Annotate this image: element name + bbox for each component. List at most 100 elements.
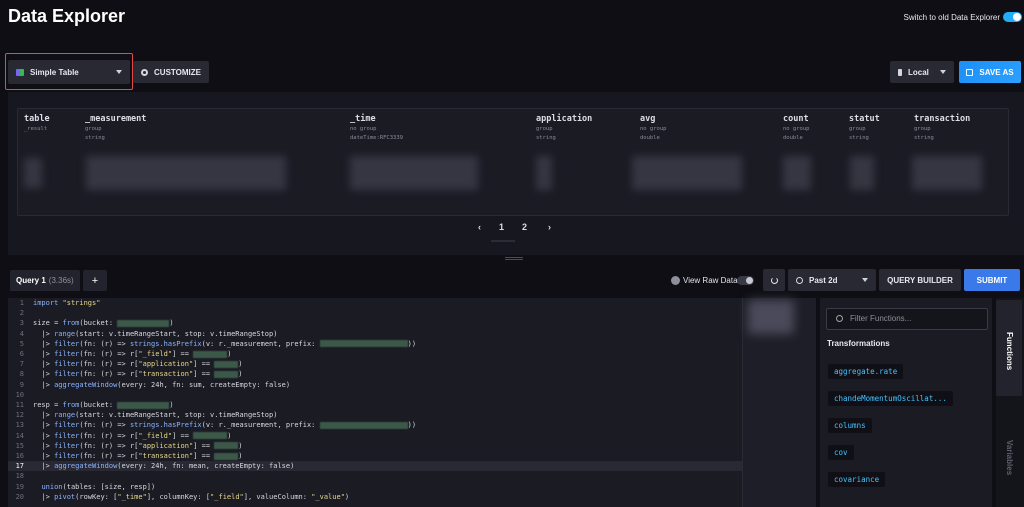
column-name: transaction [914, 114, 971, 124]
column-group: group [914, 126, 931, 132]
line-number: 6 [19, 350, 24, 358]
tab-variables[interactable]: Variables [1005, 440, 1014, 475]
redacted-value [193, 432, 228, 440]
submit-button[interactable]: SUBMIT [964, 269, 1020, 291]
chevron-down-icon [862, 278, 868, 282]
code-line[interactable]: 12 |> range(start: v.timeRangeStart, sto… [8, 410, 742, 420]
code-line[interactable]: 8 |> filter(fn: (r) => r["transaction"] … [8, 369, 742, 379]
line-number: 7 [19, 360, 24, 369]
column-group: no group [350, 126, 377, 132]
customize-button[interactable]: CUSTOMIZE [133, 61, 209, 83]
time-range-label: Past 2d [809, 275, 838, 285]
refresh-icon [770, 276, 778, 284]
column-group: no group [640, 126, 667, 132]
column-header[interactable]: _time no group dateTime:RFC3339 [350, 114, 403, 142]
code-line[interactable]: 19 union(tables: [size, resp]) [8, 482, 742, 492]
code-line[interactable]: 5 |> filter(fn: (r) => strings.hasPrefix… [8, 339, 742, 349]
redacted-cell [632, 156, 742, 190]
code-text: |> filter(fn: (r) => r["_field"] == [33, 431, 194, 440]
column-header[interactable]: count no group double [783, 114, 810, 142]
code-line[interactable]: 2 [8, 308, 742, 318]
column-type: string [85, 135, 105, 141]
code-text: union(tables: [size, resp]) [41, 482, 156, 491]
next-page-button[interactable]: › [548, 222, 551, 232]
prev-page-button[interactable]: ‹ [478, 222, 481, 232]
code-line[interactable]: 13 |> filter(fn: (r) => strings.hasPrefi… [8, 420, 742, 430]
function-item[interactable]: chandeMomentumOscillat... [828, 391, 953, 406]
redacted-value [319, 340, 408, 348]
line-number: 13 [15, 421, 24, 430]
data-explorer-app: Data Explorer Switch to old Data Explore… [0, 0, 1024, 507]
refresh-button[interactable] [763, 269, 785, 291]
code-line[interactable]: 4 |> range(start: v.timeRangeStart, stop… [8, 329, 742, 339]
redacted-value [214, 370, 239, 378]
tab-functions-label: Functions [1005, 332, 1014, 371]
column-type: dateTime:RFC3339 [350, 135, 403, 141]
code-line[interactable]: 1 import "strings" [8, 298, 742, 308]
time-range-dropdown[interactable]: Past 2d [788, 269, 876, 291]
column-header[interactable]: statut group string [849, 114, 880, 142]
code-text: |> filter(fn: (r) => r["_field"] == [33, 350, 194, 358]
function-item[interactable]: cov [828, 445, 854, 460]
viz-type-dropdown[interactable]: Simple Table [8, 60, 130, 84]
column-header[interactable]: table _result [24, 114, 50, 135]
redacted-value [117, 319, 170, 327]
code-line[interactable]: 14 |> filter(fn: (r) => r["_field"] == ) [8, 431, 742, 441]
add-query-button[interactable]: + [83, 270, 107, 291]
code-line[interactable]: 16 |> filter(fn: (r) => r["transaction"]… [8, 451, 742, 461]
code-line[interactable]: 6 |> filter(fn: (r) => r["_field"] == ) [8, 349, 742, 359]
redacted-cell [783, 156, 811, 190]
redacted-value [214, 452, 239, 460]
timezone-label: Local [908, 67, 929, 77]
table-viz-icon [16, 68, 24, 76]
panel-resize-handle[interactable] [505, 257, 523, 260]
code-text: size = from(bucket: [33, 319, 118, 328]
code-line[interactable]: 15 |> filter(fn: (r) => r["application"]… [8, 441, 742, 451]
line-number: 15 [15, 441, 24, 450]
redacted-cell [24, 158, 42, 188]
column-group: group [85, 126, 102, 132]
line-number: 18 [15, 472, 24, 481]
line-number: 5 [19, 339, 24, 348]
page-1-button[interactable]: 1 [499, 222, 504, 232]
timezone-dropdown[interactable]: Local [890, 61, 954, 83]
clock-icon [796, 276, 803, 284]
save-as-button[interactable]: SAVE AS [959, 61, 1021, 83]
column-group: _result [24, 126, 48, 132]
query-tab[interactable]: Query 1 (3.36s) [10, 270, 80, 291]
code-text: ) [238, 452, 243, 460]
code-line[interactable]: 7 |> filter(fn: (r) => r["application"] … [8, 359, 742, 369]
switch-old-explorer-toggle[interactable] [1003, 12, 1022, 22]
column-header[interactable]: application group string [536, 114, 592, 142]
query-builder-button[interactable]: QUERY BUILDER [879, 269, 961, 291]
code-line[interactable]: 9 |> aggregateWindow(every: 24h, fn: sum… [8, 380, 742, 390]
column-header[interactable]: _measurement group string [85, 114, 146, 142]
minimap-preview [748, 300, 794, 334]
redacted-cell [536, 156, 552, 190]
code-line[interactable]: 17 |> aggregateWindow(every: 24h, fn: me… [8, 461, 742, 472]
function-item[interactable]: aggregate.rate [828, 364, 904, 379]
code-line[interactable]: 11 resp = from(bucket: ) [8, 400, 742, 410]
code-line[interactable]: 20 |> pivot(rowKey: ["_time"], columnKey… [8, 492, 742, 502]
code-text: |> aggregateWindow(every: 24h, fn: mean,… [33, 462, 295, 471]
code-text: |> filter(fn: (r) => strings.hasPrefix(v… [33, 339, 320, 348]
column-header[interactable]: avg no group double [640, 114, 667, 142]
code-text: ) [238, 441, 243, 450]
view-raw-data-toggle[interactable] [737, 276, 754, 285]
column-header[interactable]: transaction group string [914, 114, 970, 142]
redacted-value [193, 350, 228, 358]
line-number: 20 [15, 492, 24, 501]
redacted-cell [912, 156, 982, 190]
code-line[interactable]: 10 [8, 390, 742, 400]
code-line[interactable]: 3 size = from(bucket: ) [8, 318, 742, 328]
code-text: ) [227, 431, 232, 440]
function-item[interactable]: covariance [828, 472, 886, 487]
page-2-button[interactable]: 2 [522, 222, 527, 232]
line-number: 1 [19, 299, 24, 307]
redacted-cell [350, 156, 478, 190]
code-line[interactable]: 18 [8, 471, 742, 481]
function-item[interactable]: columns [828, 418, 872, 433]
line-number: 12 [15, 411, 24, 420]
column-type: string [914, 135, 934, 141]
search-icon [836, 315, 843, 322]
